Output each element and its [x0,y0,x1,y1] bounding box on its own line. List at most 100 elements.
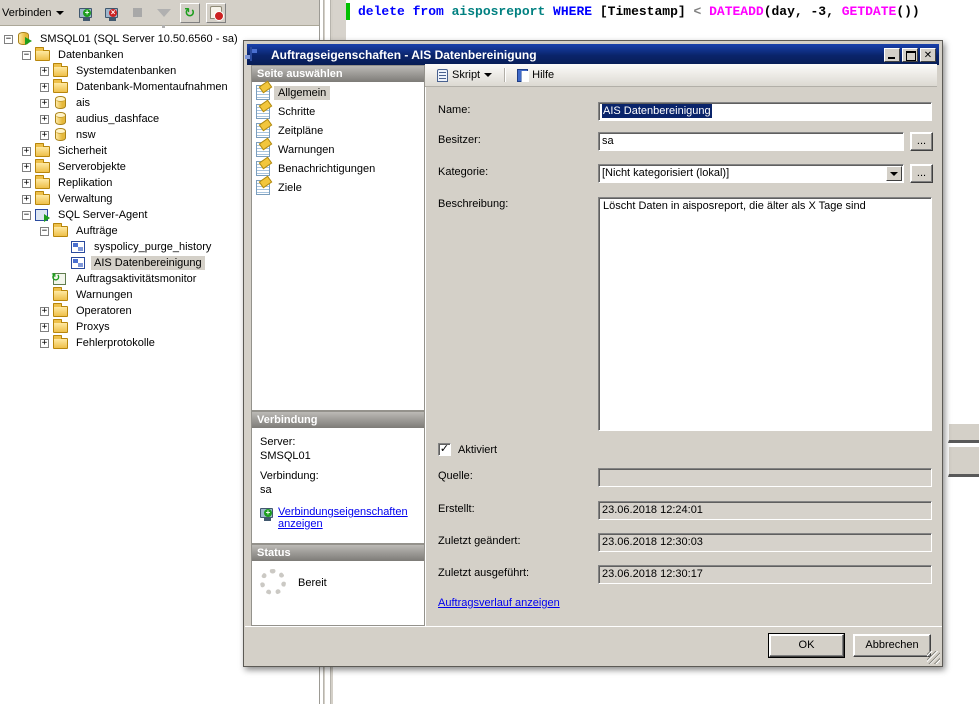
tree-item[interactable]: − SMSQL01 (SQL Server 10.50.6560 - sa) [4,31,241,47]
expand-icon[interactable]: + [40,131,49,140]
connection-value: sa [260,484,416,496]
expand-icon[interactable]: + [22,195,31,204]
expand-icon[interactable]: + [22,147,31,156]
dialog-page-item[interactable]: Ziele [252,179,424,196]
dialog-page-item[interactable]: Warnungen [252,141,424,158]
collapse-icon[interactable]: − [4,35,13,44]
tree-item[interactable]: + audius_dashface [40,111,162,127]
connection-header: Verbindung [251,411,425,428]
disconnect-server-button[interactable]: × [102,3,122,23]
tree-item[interactable]: +Sicherheit [22,143,110,159]
collapse-icon[interactable]: − [40,227,49,236]
script-error-button[interactable] [206,3,226,23]
ok-button[interactable]: OK [769,634,844,657]
tree-item[interactable]: +Datenbank-Momentaufnahmen [40,79,231,95]
connect-dropdown-button[interactable]: Verbinden [0,5,70,21]
dialog-titlebar[interactable]: Auftragseigenschaften - AIS Datenbereini… [247,44,939,65]
cancel-button[interactable]: Abbrechen [853,634,931,657]
tree-item[interactable]: +nsw [40,127,99,143]
sql-statement[interactable]: delete from aisposreport WHERE [Timestam… [358,4,920,19]
tree-item-label: Verwaltung [55,192,115,206]
tree-item[interactable]: + Operatoren [40,303,135,319]
tree-item-label: audius_dashface [73,112,162,126]
minimize-button[interactable] [884,48,900,62]
dialog-page-item[interactable]: Allgemein [252,84,424,101]
expand-icon[interactable]: + [40,323,49,332]
tree-item[interactable]: AIS Datenbereinigung [58,255,205,271]
dialog-page-label: Zeitpläne [274,124,327,138]
modified-value: 23.06.2018 12:30:03 [598,533,932,552]
resize-grip[interactable] [927,651,940,664]
source-label: Quelle: [438,470,473,482]
close-button[interactable] [920,48,936,62]
chevron-down-icon [56,11,64,15]
expand-icon[interactable]: + [22,179,31,188]
script-menu-button[interactable]: Skript [433,67,496,84]
changed-line-indicator [346,3,350,20]
tree-item-label: AIS Datenbereinigung [91,256,205,270]
status-text: Bereit [298,577,327,589]
tree-item[interactable]: − Datenbanken [22,47,126,63]
connect-server-button[interactable]: + [76,3,96,23]
expand-icon[interactable]: + [40,339,49,348]
disconnect-icon: × [105,8,118,18]
help-button[interactable]: Hilfe [513,67,558,84]
tree-item[interactable]: −Aufträge [40,223,121,239]
job-icon [71,240,87,254]
owner-label: Besitzer: [438,134,481,146]
tree-item-label: Operatoren [73,304,135,318]
tree-item-label: Auftragsaktivitätsmonitor [73,272,199,286]
expand-icon[interactable]: + [40,115,49,124]
dialog-page-label: Schritte [274,105,319,119]
owner-input[interactable]: sa [598,132,904,151]
view-job-history-link[interactable]: Auftragsverlauf anzeigen [438,597,560,609]
tree-item-label: Datenbanken [55,48,126,62]
tree-item[interactable]: syspolicy_purge_history [58,239,214,255]
category-label: Kategorie: [438,166,488,178]
tree-item[interactable]: +ais [40,95,93,111]
server-value: SMSQL01 [260,450,416,462]
owner-browse-button[interactable]: ... [910,132,933,151]
database-icon [53,112,69,126]
expand-icon[interactable]: + [40,67,49,76]
tree-item[interactable]: +Serverobjekte [22,159,129,175]
enabled-checkbox[interactable]: ✓ [438,443,451,456]
refresh-icon: ↻ [184,5,195,21]
folder-icon [35,160,51,174]
monitor-icon [53,272,69,286]
collapse-icon[interactable]: − [22,211,31,220]
tree-item-label: SMSQL01 (SQL Server 10.50.6560 - sa) [37,32,241,46]
expand-icon[interactable]: + [40,83,49,92]
dialog-page-item[interactable]: Benachrichtigungen [252,160,424,177]
tree-item[interactable]: Auftragsaktivitätsmonitor [40,271,199,287]
tree-item[interactable]: +Systemdatenbanken [40,63,179,79]
tree-item[interactable]: + Verwaltung [22,191,115,207]
maximize-button[interactable] [902,48,918,62]
tree-item[interactable]: Warnungen [40,287,135,303]
description-textarea[interactable]: Löscht Daten in aisposreport, die älter … [598,197,932,431]
name-input[interactable]: AIS Datenbereinigung [598,102,932,121]
help-label: Hilfe [532,69,554,81]
tree-item-label: Proxys [73,320,113,334]
view-connection-properties-link[interactable]: Verbindungseigenschaften anzeigen [278,506,416,530]
refresh-button[interactable]: ↻ [180,3,200,23]
job-properties-dialog: Auftragseigenschaften - AIS Datenbereini… [243,40,943,667]
category-browse-button[interactable]: ... [910,164,933,183]
sql-token: delete from [358,4,452,19]
collapse-icon[interactable]: − [22,51,31,60]
tree-item[interactable]: + Proxys [40,319,113,335]
tree-item[interactable]: +Replikation [22,175,115,191]
tree-item[interactable]: + Fehlerprotokolle [40,335,158,351]
filter-icon [157,9,171,17]
tree-item[interactable]: −SQL Server-Agent [22,207,150,223]
dialog-page-item[interactable]: Zeitpläne [252,122,424,139]
expand-icon[interactable]: + [22,163,31,172]
dialog-page-item[interactable]: Schritte [252,103,424,120]
expand-icon[interactable]: + [40,307,49,316]
expand-icon[interactable]: + [40,99,49,108]
stop-icon [133,8,142,17]
tree-item-label: Fehlerprotokolle [73,336,158,350]
editor-margin [333,0,346,40]
dropdown-arrow-icon[interactable] [886,166,902,181]
category-dropdown[interactable]: [Nicht kategorisiert (lokal)] [598,164,904,183]
